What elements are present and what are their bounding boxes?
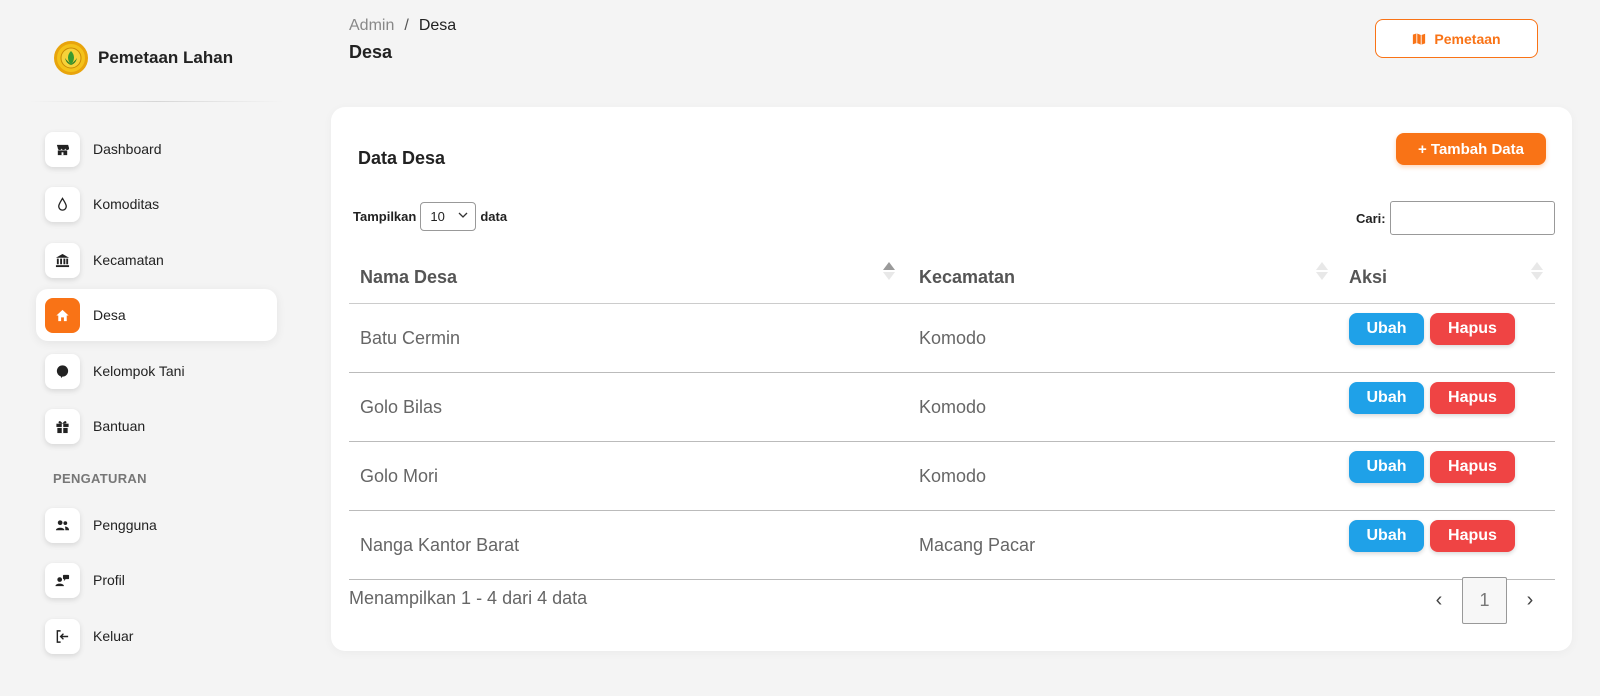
sidebar-item-label: Dashboard <box>93 141 162 157</box>
table-row: Nanga Kantor Barat Macang Pacar Ubah Hap… <box>349 511 1555 580</box>
sidebar-item-label: Desa <box>93 307 126 323</box>
profile-icon <box>45 562 80 598</box>
delete-button[interactable]: Hapus <box>1430 520 1515 552</box>
column-header-kecamatan[interactable]: Kecamatan <box>919 267 1015 288</box>
row-actions: Ubah Hapus <box>1349 520 1515 552</box>
brand-logo-icon <box>54 41 88 75</box>
sidebar: Pemetaan Lahan Dashboard Komoditas Kecam… <box>0 0 300 696</box>
pemetaan-button[interactable]: Pemetaan <box>1375 19 1538 58</box>
length-suffix: data <box>480 209 508 224</box>
sidebar-item-desa[interactable]: Desa <box>36 289 277 341</box>
table-row: Golo Bilas Komodo Ubah Hapus <box>349 373 1555 442</box>
column-header-nama-desa[interactable]: Nama Desa <box>360 267 457 288</box>
card-title: Data Desa <box>358 148 446 168</box>
page-title: Desa <box>349 42 393 62</box>
cell-kecamatan: Komodo <box>919 328 987 348</box>
sidebar-divider <box>28 101 284 102</box>
breadcrumb-current: Desa <box>418 17 457 34</box>
search-control: Cari: <box>1356 201 1555 235</box>
pagination-next[interactable]: › <box>1507 578 1553 624</box>
column-header-aksi[interactable]: Aksi <box>1349 267 1387 288</box>
sort-icon[interactable] <box>1530 260 1544 282</box>
cell-nama-desa: Nanga Kantor Barat <box>360 535 520 555</box>
brand-title: Pemetaan Lahan <box>98 48 234 67</box>
sort-asc-icon[interactable] <box>882 260 896 282</box>
sort-icon[interactable] <box>1315 260 1329 282</box>
breadcrumb-separator: / <box>404 17 409 34</box>
length-select[interactable]: 10 <box>420 202 477 231</box>
settings-section-label: PENGATURAN <box>53 471 147 486</box>
length-control: Tampilkan 10 data <box>353 202 507 231</box>
bank-icon <box>45 242 80 278</box>
gift-icon <box>45 408 80 444</box>
add-data-button[interactable]: + Tambah Data <box>1396 133 1546 165</box>
delete-button[interactable]: Hapus <box>1430 451 1515 483</box>
delete-button[interactable]: Hapus <box>1430 313 1515 345</box>
sidebar-item-label: Bantuan <box>93 418 146 434</box>
cell-nama-desa: Batu Cermin <box>360 328 461 348</box>
length-value: 10 <box>430 209 445 224</box>
table-row: Batu Cermin Komodo Ubah Hapus <box>349 304 1555 373</box>
row-actions: Ubah Hapus <box>1349 451 1515 483</box>
cell-kecamatan: Komodo <box>919 466 987 486</box>
breadcrumb: Admin / Desa <box>349 17 456 35</box>
edit-button[interactable]: Ubah <box>1349 382 1424 414</box>
pagination-prev[interactable]: ‹ <box>1416 578 1462 624</box>
sidebar-item-label: Kecamatan <box>93 252 164 268</box>
leaf-icon <box>45 353 80 389</box>
edit-button[interactable]: Ubah <box>1349 451 1424 483</box>
data-desa-card: Data Desa + Tambah Data Tampilkan 10 dat… <box>331 107 1572 651</box>
map-icon <box>1413 32 1426 45</box>
sidebar-item-keluar[interactable]: Keluar <box>36 610 277 662</box>
drop-icon <box>45 186 80 222</box>
logout-icon <box>45 618 80 654</box>
sidebar-item-bantuan[interactable]: Bantuan <box>36 400 277 452</box>
chevron-down-icon <box>458 212 468 218</box>
sidebar-item-label: Komoditas <box>93 196 160 212</box>
desa-table: Nama Desa Kecamatan Aksi Batu Cermin Kom… <box>349 252 1555 580</box>
search-input[interactable] <box>1389 201 1555 235</box>
sidebar-item-pengguna[interactable]: Pengguna <box>36 499 277 551</box>
sidebar-item-label: Keluar <box>93 628 134 644</box>
pagination: ‹ 1 › <box>1416 577 1553 624</box>
sidebar-item-kelompok-tani[interactable]: Kelompok Tani <box>36 345 277 397</box>
sidebar-item-label: Kelompok Tani <box>93 363 185 379</box>
sidebar-item-komoditas[interactable]: Komoditas <box>36 178 277 230</box>
pemetaan-button-label: Pemetaan <box>1434 30 1501 47</box>
sidebar-item-label: Pengguna <box>93 517 157 533</box>
home-icon <box>45 297 80 333</box>
length-label: Tampilkan <box>353 209 417 224</box>
table-row: Golo Mori Komodo Ubah Hapus <box>349 442 1555 511</box>
cell-nama-desa: Golo Bilas <box>360 397 443 417</box>
pagination-page-1[interactable]: 1 <box>1462 577 1507 624</box>
sidebar-item-label: Profil <box>93 572 125 588</box>
delete-button[interactable]: Hapus <box>1430 382 1515 414</box>
breadcrumb-admin-link[interactable]: Admin <box>349 17 394 35</box>
search-label: Cari: <box>1356 210 1386 226</box>
sidebar-item-profil[interactable]: Profil <box>36 554 277 606</box>
store-icon <box>45 131 80 167</box>
cell-kecamatan: Komodo <box>919 397 987 417</box>
sidebar-item-kecamatan[interactable]: Kecamatan <box>36 234 277 286</box>
row-actions: Ubah Hapus <box>1349 313 1515 345</box>
brand[interactable]: Pemetaan Lahan <box>54 41 233 75</box>
cell-nama-desa: Golo Mori <box>360 466 439 486</box>
users-icon <box>45 507 80 543</box>
sidebar-item-dashboard[interactable]: Dashboard <box>36 123 277 175</box>
cell-kecamatan: Macang Pacar <box>919 535 1036 555</box>
row-actions: Ubah Hapus <box>1349 382 1515 414</box>
table-header: Nama Desa Kecamatan Aksi <box>349 252 1555 304</box>
edit-button[interactable]: Ubah <box>1349 313 1424 345</box>
edit-button[interactable]: Ubah <box>1349 520 1424 552</box>
table-info: Menampilkan 1 - 4 dari 4 data <box>349 588 588 608</box>
